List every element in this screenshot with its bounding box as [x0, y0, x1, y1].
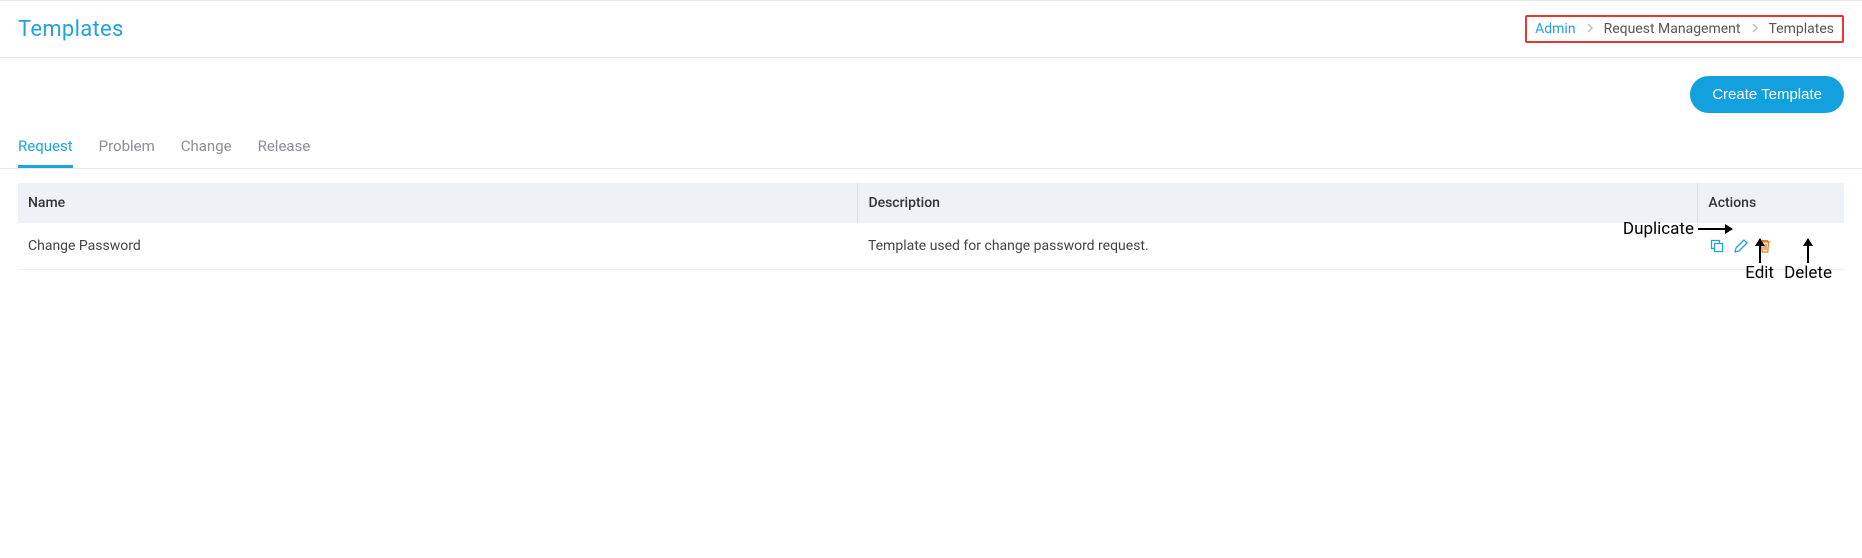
breadcrumb-admin[interactable]: Admin: [1535, 21, 1575, 37]
tab-problem[interactable]: Problem: [99, 137, 155, 168]
th-actions: Actions: [1698, 183, 1844, 223]
chevron-right-icon: [1586, 22, 1594, 36]
create-template-button[interactable]: Create Template: [1690, 76, 1844, 113]
cell-description: Template used for change password reques…: [858, 223, 1698, 270]
page-title: Templates: [18, 17, 124, 42]
tabs: Request Problem Change Release: [0, 113, 1862, 169]
annotation-duplicate: Duplicate: [1623, 219, 1732, 239]
templates-table: Name Description Actions Change Password…: [18, 183, 1844, 270]
cell-name: Change Password: [18, 223, 858, 270]
chevron-right-icon: [1751, 22, 1759, 36]
breadcrumb: Admin Request Management Templates: [1525, 15, 1844, 43]
duplicate-icon[interactable]: [1708, 237, 1726, 255]
table-row: Change Password Template used for change…: [18, 223, 1844, 270]
th-description: Description: [858, 183, 1698, 223]
tab-release[interactable]: Release: [258, 137, 311, 168]
breadcrumb-templates[interactable]: Templates: [1769, 21, 1835, 37]
tab-request[interactable]: Request: [18, 137, 73, 168]
breadcrumb-request-management[interactable]: Request Management: [1604, 21, 1741, 37]
th-name: Name: [18, 183, 858, 223]
annotation-delete: Delete: [1784, 239, 1832, 283]
annotation-edit: Edit: [1745, 239, 1774, 283]
tab-change[interactable]: Change: [181, 137, 232, 168]
